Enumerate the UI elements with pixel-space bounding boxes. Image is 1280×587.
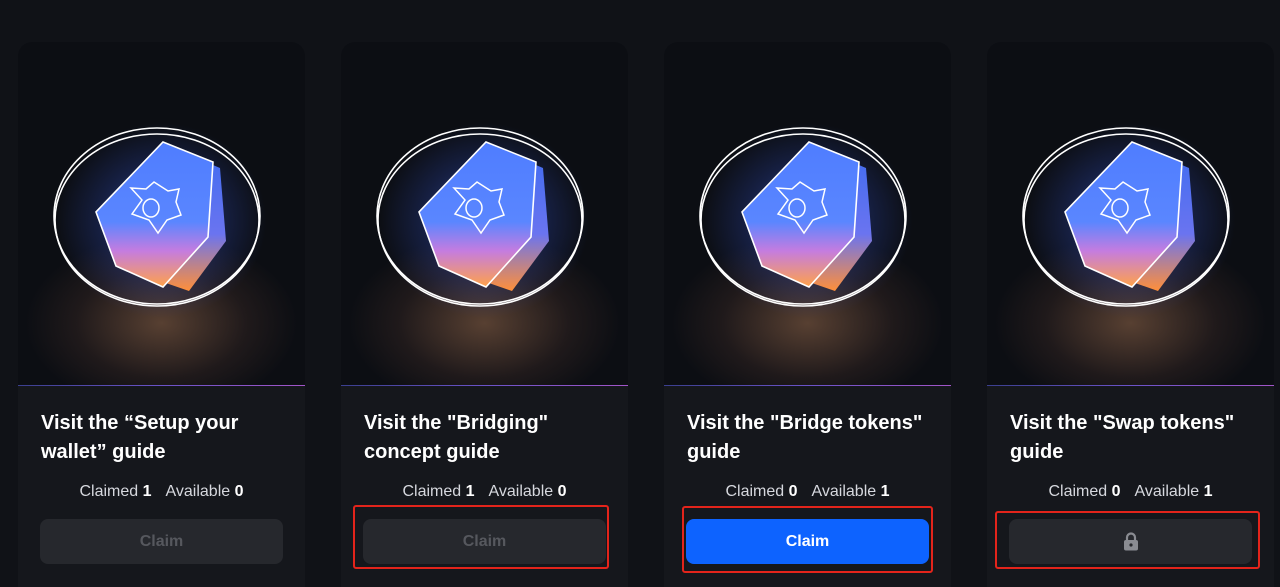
quest-title: Visit the “Setup your wallet” guide (41, 412, 239, 463)
claimed-label: Claimed (1048, 483, 1108, 500)
available-label: Available (1134, 483, 1200, 500)
card-divider (987, 385, 1274, 386)
quest-card: Visit the "Bridging" concept guide Claim… (341, 42, 628, 587)
lock-icon (1123, 532, 1138, 551)
quest-stats: Claimed 0 Available 1 (664, 483, 951, 501)
card-artwork (664, 42, 951, 385)
card-divider (341, 385, 628, 386)
hexagon-badge-icon (1022, 127, 1230, 307)
card-artwork (18, 42, 305, 385)
quest-stats: Claimed 1 Available 0 (341, 483, 628, 501)
quest-title: Visit the "Swap tokens" guide (1010, 412, 1235, 463)
quest-title: Visit the "Bridging" concept guide (364, 412, 549, 463)
card-divider (18, 385, 305, 386)
claim-button[interactable]: Claim (363, 519, 606, 564)
claimed-count: 0 (1111, 483, 1121, 500)
claimed-label: Claimed (402, 483, 462, 500)
quest-card: Visit the “Setup your wallet” guide Clai… (18, 42, 305, 587)
quest-cards-grid: Visit the “Setup your wallet” guide Clai… (0, 0, 1280, 587)
hexagon-badge-icon (53, 127, 261, 307)
quest-stats: Claimed 1 Available 0 (18, 483, 305, 501)
quest-title: Visit the "Bridge tokens" guide (687, 412, 923, 463)
hexagon-badge-icon (699, 127, 907, 307)
available-count: 1 (1203, 483, 1213, 500)
locked-claim-button[interactable] (1009, 519, 1252, 564)
claimed-label: Claimed (725, 483, 785, 500)
available-label: Available (811, 483, 877, 500)
claimed-count: 0 (788, 483, 798, 500)
card-artwork (341, 42, 628, 385)
available-count: 0 (557, 483, 567, 500)
available-label: Available (488, 483, 554, 500)
available-label: Available (165, 483, 231, 500)
claim-button[interactable]: Claim (686, 519, 929, 564)
quest-card: Visit the "Bridge tokens" guide Claimed … (664, 42, 951, 587)
card-divider (664, 385, 951, 386)
claimed-label: Claimed (79, 483, 139, 500)
hexagon-badge-icon (376, 127, 584, 307)
available-count: 1 (880, 483, 890, 500)
quest-card: Visit the "Swap tokens" guide Claimed 0A… (987, 42, 1274, 587)
claimed-count: 1 (465, 483, 475, 500)
card-artwork (987, 42, 1274, 385)
quest-stats: Claimed 0 Available 1 (987, 483, 1274, 501)
claimed-count: 1 (142, 483, 152, 500)
available-count: 0 (234, 483, 244, 500)
claim-button[interactable]: Claim (40, 519, 283, 564)
